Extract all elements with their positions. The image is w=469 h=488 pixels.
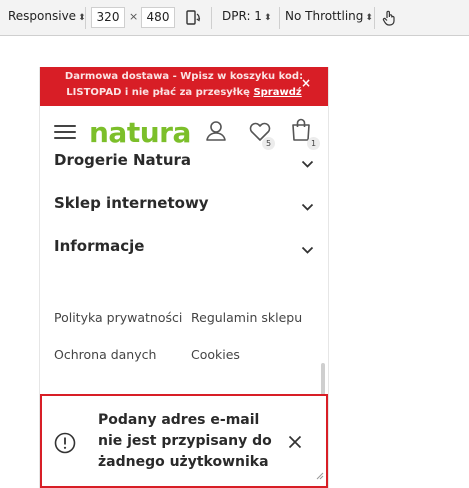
viewport-area: Darmowa dostawa - Wpisz w koszyku kod: L… (0, 36, 469, 488)
throttling-select[interactable]: No Throttling ⬍ (285, 9, 373, 23)
store-terms-link[interactable]: Regulamin sklepu (191, 310, 302, 325)
width-input[interactable]: 320 (91, 7, 125, 28)
privacy-policy-link[interactable]: Polityka prywatności (54, 310, 182, 325)
toast-message: Podany adres e-mail nie jest przypisany … (98, 412, 272, 470)
error-toast: Podany adres e-mail nie jest przypisany … (40, 394, 328, 488)
touch-simulation-icon[interactable] (380, 9, 398, 30)
hamburger-menu-icon[interactable] (54, 125, 76, 139)
chevron-down-icon (301, 197, 314, 215)
cart-count-badge: 1 (307, 137, 320, 150)
height-input[interactable]: 480 (141, 7, 175, 28)
accordion-sklep-internetowy[interactable]: Sklep internetowy (54, 194, 314, 214)
accordion-label: Informacje (54, 237, 145, 255)
toolbar-divider (374, 7, 375, 29)
select-arrows-icon: ⬍ (263, 13, 272, 23)
user-account-icon[interactable] (205, 120, 227, 146)
devtools-device-toolbar: Responsive ⬍ 320 × 480 DPR: 1 ⬍ No Throttl… (0, 0, 469, 36)
resize-handle-icon[interactable] (316, 465, 324, 484)
toolbar-divider (279, 7, 280, 29)
device-select[interactable]: Responsive ⬍ (8, 9, 86, 23)
natura-logo[interactable]: natura (89, 116, 191, 149)
promo-line-1: Darmowa dostawa - Wpisz w koszyku kod: (64, 71, 304, 82)
accordion-informacje[interactable]: Informacje (54, 237, 314, 257)
accordion-drogerie-natura[interactable]: Drogerie Natura (54, 151, 314, 171)
toolbar-divider (211, 7, 212, 29)
toolbar-divider (85, 7, 86, 29)
chevron-down-icon (301, 154, 314, 172)
alert-circle-icon (54, 432, 76, 458)
throttling-label: No Throttling (285, 9, 364, 23)
promo-banner: Darmowa dostawa - Wpisz w koszyku kod: L… (40, 67, 328, 106)
rotate-icon[interactable] (184, 9, 202, 30)
cookies-link[interactable]: Cookies (191, 347, 240, 362)
select-arrows-icon: ⬍ (365, 13, 373, 23)
promo-link[interactable]: Sprawdź (253, 87, 301, 98)
accordion-label: Sklep internetowy (54, 194, 209, 212)
close-icon[interactable] (288, 434, 302, 453)
dpr-label: DPR: 1 (222, 9, 262, 23)
dimension-separator: × (129, 10, 139, 23)
device-select-label: Responsive (8, 9, 77, 23)
wishlist-count-badge: 5 (262, 137, 275, 150)
promo-line-2: LISTOPAD i nie płać za przesyłkę Sprawdź (40, 85, 328, 101)
dpr-select[interactable]: DPR: 1 ⬍ (222, 9, 271, 23)
responsive-viewport: Darmowa dostawa - Wpisz w koszyku kod: L… (39, 67, 329, 488)
chevron-down-icon (301, 240, 314, 258)
close-icon[interactable]: × (301, 75, 311, 91)
accordion-label: Drogerie Natura (54, 151, 192, 169)
promo-text: LISTOPAD i nie płać za przesyłkę (66, 87, 254, 98)
data-protection-link[interactable]: Ochrona danych (54, 347, 156, 362)
